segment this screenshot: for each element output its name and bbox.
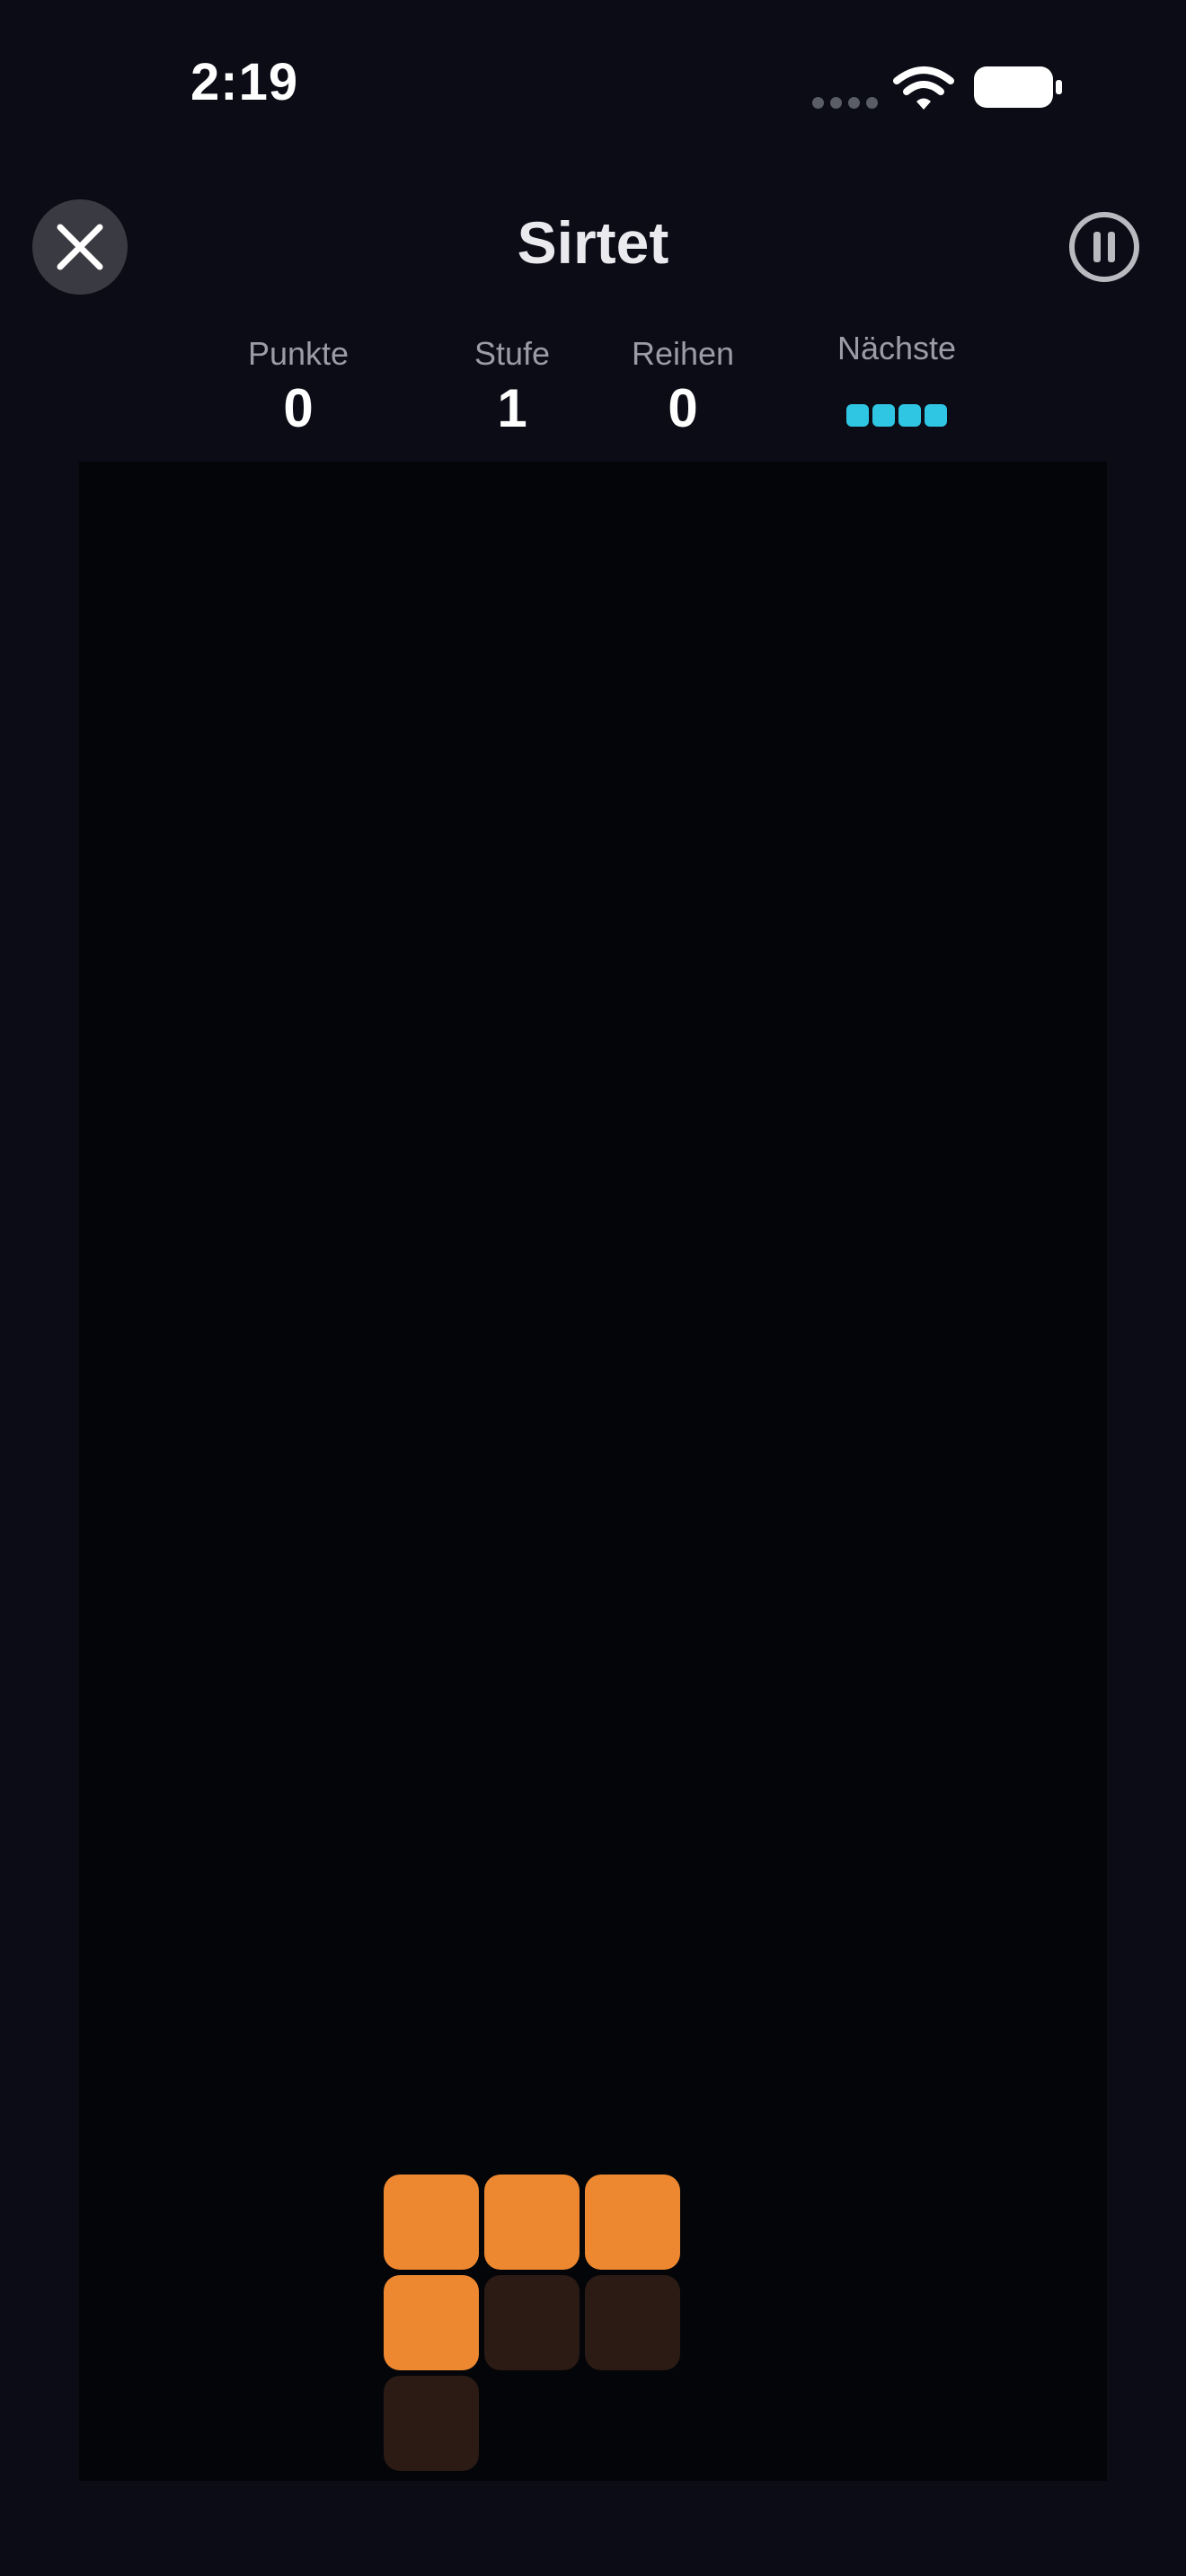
pause-button[interactable] (1067, 210, 1141, 284)
battery-icon (974, 66, 1062, 108)
next-piece-stat: Nächste (807, 327, 987, 427)
level-value: 1 (497, 378, 527, 438)
next-piece-block (846, 404, 869, 427)
next-piece-block (872, 404, 895, 427)
next-label: Nächste (836, 330, 957, 366)
status-time: 2:19 (190, 53, 299, 111)
level-label: Stufe (474, 335, 551, 372)
ghost-block (484, 2275, 580, 2370)
page-title: Sirtet (517, 209, 669, 276)
lines-stat: Reihen 0 (593, 332, 773, 442)
wifi-icon (893, 66, 954, 110)
close-icon (57, 224, 103, 270)
active-block (384, 2175, 479, 2270)
lines-value: 0 (668, 378, 698, 438)
active-block (384, 2275, 479, 2370)
next-piece-block (925, 404, 947, 427)
active-block (585, 2175, 680, 2270)
close-button[interactable] (32, 199, 128, 295)
lines-label: Reihen (631, 335, 735, 372)
score-value: 0 (283, 378, 314, 438)
cellular-signal-icon (812, 97, 878, 109)
ghost-block (384, 2376, 479, 2471)
level-stat: Stufe 1 (422, 332, 602, 442)
next-piece-preview (807, 404, 987, 427)
game-screen: 2:19 Sirtet Punkte 0 Stufe 1 Reihen 0 Nä… (0, 0, 1186, 2576)
next-piece-block (898, 404, 921, 427)
game-board[interactable] (79, 462, 1107, 2481)
score-label: Punkte (247, 335, 350, 372)
score-stat: Punkte 0 (208, 332, 388, 442)
ghost-block (585, 2275, 680, 2370)
active-block (484, 2175, 580, 2270)
